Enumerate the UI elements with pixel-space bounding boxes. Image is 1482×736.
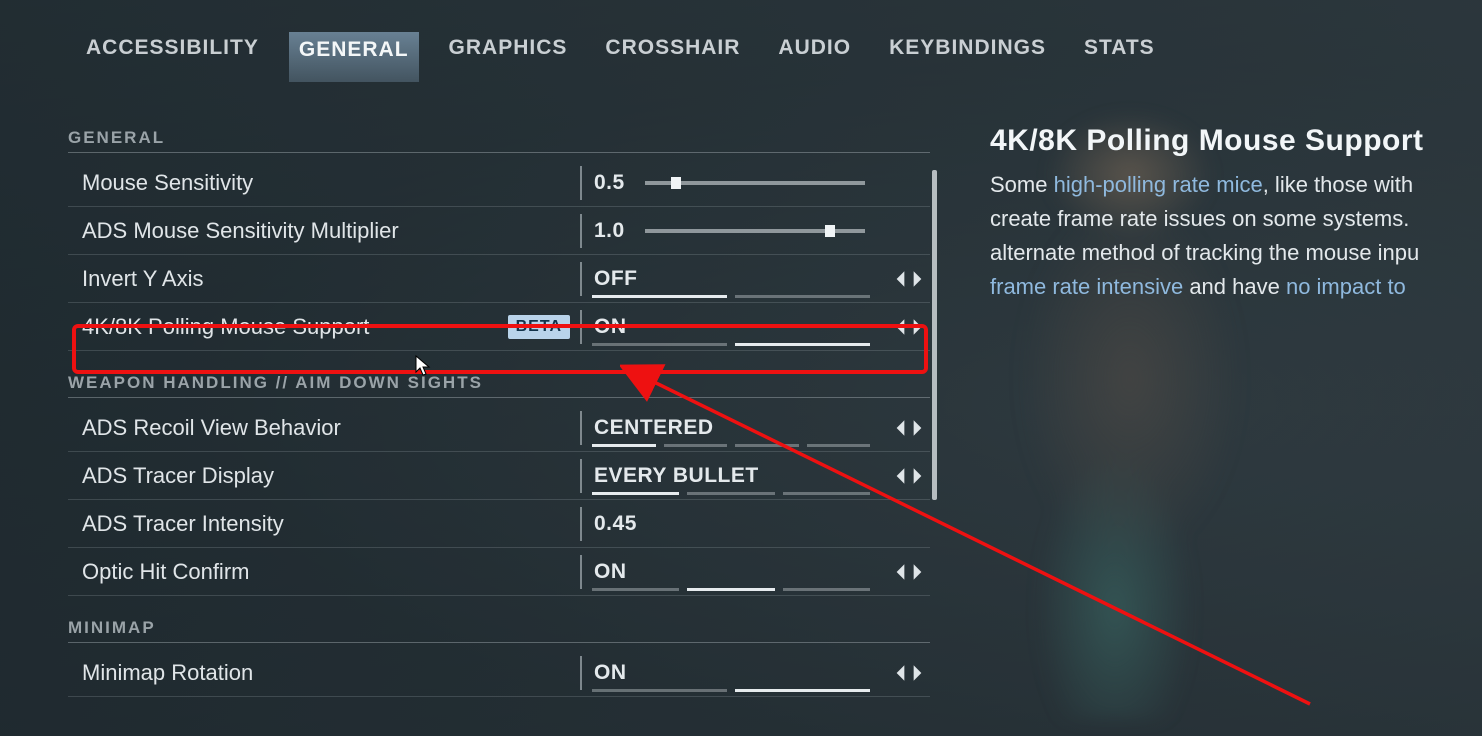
value-tracer-display: EVERY BULLET — [594, 464, 759, 488]
row-polling-support[interactable]: 4K/8K Polling Mouse Support BETA ON — [68, 303, 930, 351]
tab-graphics[interactable]: GRAPHICS — [441, 30, 576, 84]
row-tracer-display[interactable]: ADS Tracer Display EVERY BULLET — [68, 452, 930, 500]
chevron-left-icon — [894, 563, 907, 581]
tab-audio[interactable]: AUDIO — [770, 30, 859, 84]
tab-keybindings[interactable]: KEYBINDINGS — [881, 30, 1054, 84]
segments-optic-hit — [592, 588, 870, 591]
chevron-right-icon — [911, 467, 924, 485]
label-mouse-sensitivity: Mouse Sensitivity — [82, 170, 253, 196]
tab-general[interactable]: GENERAL — [289, 32, 419, 82]
chevron-right-icon — [911, 563, 924, 581]
tab-stats[interactable]: STATS — [1076, 30, 1163, 84]
row-minimap-rotation[interactable]: Minimap Rotation ON — [68, 649, 930, 697]
label-optic-hit: Optic Hit Confirm — [82, 559, 249, 585]
slider-ads-multiplier[interactable] — [645, 229, 865, 233]
row-recoil-behavior[interactable]: ADS Recoil View Behavior CENTERED — [68, 404, 930, 452]
value-invert-y: OFF — [594, 267, 638, 291]
value-polling-support: ON — [594, 315, 627, 339]
chevron-left-icon — [894, 419, 907, 437]
value-mouse-sensitivity: 0.5 — [594, 171, 625, 195]
segments-minimap-rotation — [592, 689, 870, 692]
label-ads-multiplier: ADS Mouse Sensitivity Multiplier — [82, 218, 399, 244]
arrows-minimap-rotation[interactable] — [894, 664, 924, 682]
section-title-general: GENERAL — [68, 128, 930, 153]
chevron-left-icon — [894, 318, 907, 336]
info-pane: 4K/8K Polling Mouse Support Some high-po… — [990, 124, 1480, 304]
row-invert-y[interactable]: Invert Y Axis OFF — [68, 255, 930, 303]
value-optic-hit: ON — [594, 560, 627, 584]
label-recoil-behavior: ADS Recoil View Behavior — [82, 415, 341, 441]
info-title: 4K/8K Polling Mouse Support — [990, 124, 1480, 158]
label-invert-y: Invert Y Axis — [82, 266, 203, 292]
arrows-tracer-display[interactable] — [894, 467, 924, 485]
chevron-right-icon — [911, 318, 924, 336]
scrollbar[interactable] — [932, 170, 937, 500]
segments-invert-y — [592, 295, 870, 298]
settings-panel: GENERAL Mouse Sensitivity 0.5 ADS Mouse … — [68, 128, 930, 697]
arrows-optic-hit[interactable] — [894, 563, 924, 581]
row-optic-hit[interactable]: Optic Hit Confirm ON — [68, 548, 930, 596]
value-recoil-behavior: CENTERED — [594, 416, 714, 440]
arrows-polling-support[interactable] — [894, 318, 924, 336]
tab-crosshair[interactable]: CROSSHAIR — [597, 30, 748, 84]
label-minimap-rotation: Minimap Rotation — [82, 660, 253, 686]
chevron-right-icon — [911, 419, 924, 437]
segments-tracer-display — [592, 492, 870, 495]
arrows-recoil[interactable] — [894, 419, 924, 437]
label-tracer-intensity: ADS Tracer Intensity — [82, 511, 284, 537]
arrows-invert-y[interactable] — [894, 270, 924, 288]
chevron-right-icon — [911, 664, 924, 682]
label-polling-support: 4K/8K Polling Mouse Support — [82, 314, 369, 340]
settings-tabs: ACCESSIBILITY GENERAL GRAPHICS CROSSHAIR… — [78, 30, 1163, 84]
row-tracer-intensity[interactable]: ADS Tracer Intensity 0.45 — [68, 500, 930, 548]
segments-polling-support — [592, 343, 870, 346]
row-ads-multiplier[interactable]: ADS Mouse Sensitivity Multiplier 1.0 — [68, 207, 930, 255]
value-minimap-rotation: ON — [594, 661, 627, 685]
chevron-left-icon — [894, 664, 907, 682]
chevron-right-icon — [911, 270, 924, 288]
beta-badge: BETA — [508, 315, 570, 339]
value-ads-multiplier: 1.0 — [594, 219, 625, 243]
row-mouse-sensitivity[interactable]: Mouse Sensitivity 0.5 — [68, 159, 930, 207]
section-title-minimap: MINIMAP — [68, 618, 930, 643]
chevron-left-icon — [894, 270, 907, 288]
tab-accessibility[interactable]: ACCESSIBILITY — [78, 30, 267, 84]
section-title-weapon: WEAPON HANDLING // AIM DOWN SIGHTS — [68, 373, 930, 398]
label-tracer-display: ADS Tracer Display — [82, 463, 274, 489]
chevron-left-icon — [894, 467, 907, 485]
segments-recoil — [592, 444, 870, 447]
slider-mouse-sensitivity[interactable] — [645, 181, 865, 185]
info-body: Some high-polling rate mice, like those … — [990, 168, 1480, 304]
value-tracer-intensity: 0.45 — [594, 512, 637, 536]
